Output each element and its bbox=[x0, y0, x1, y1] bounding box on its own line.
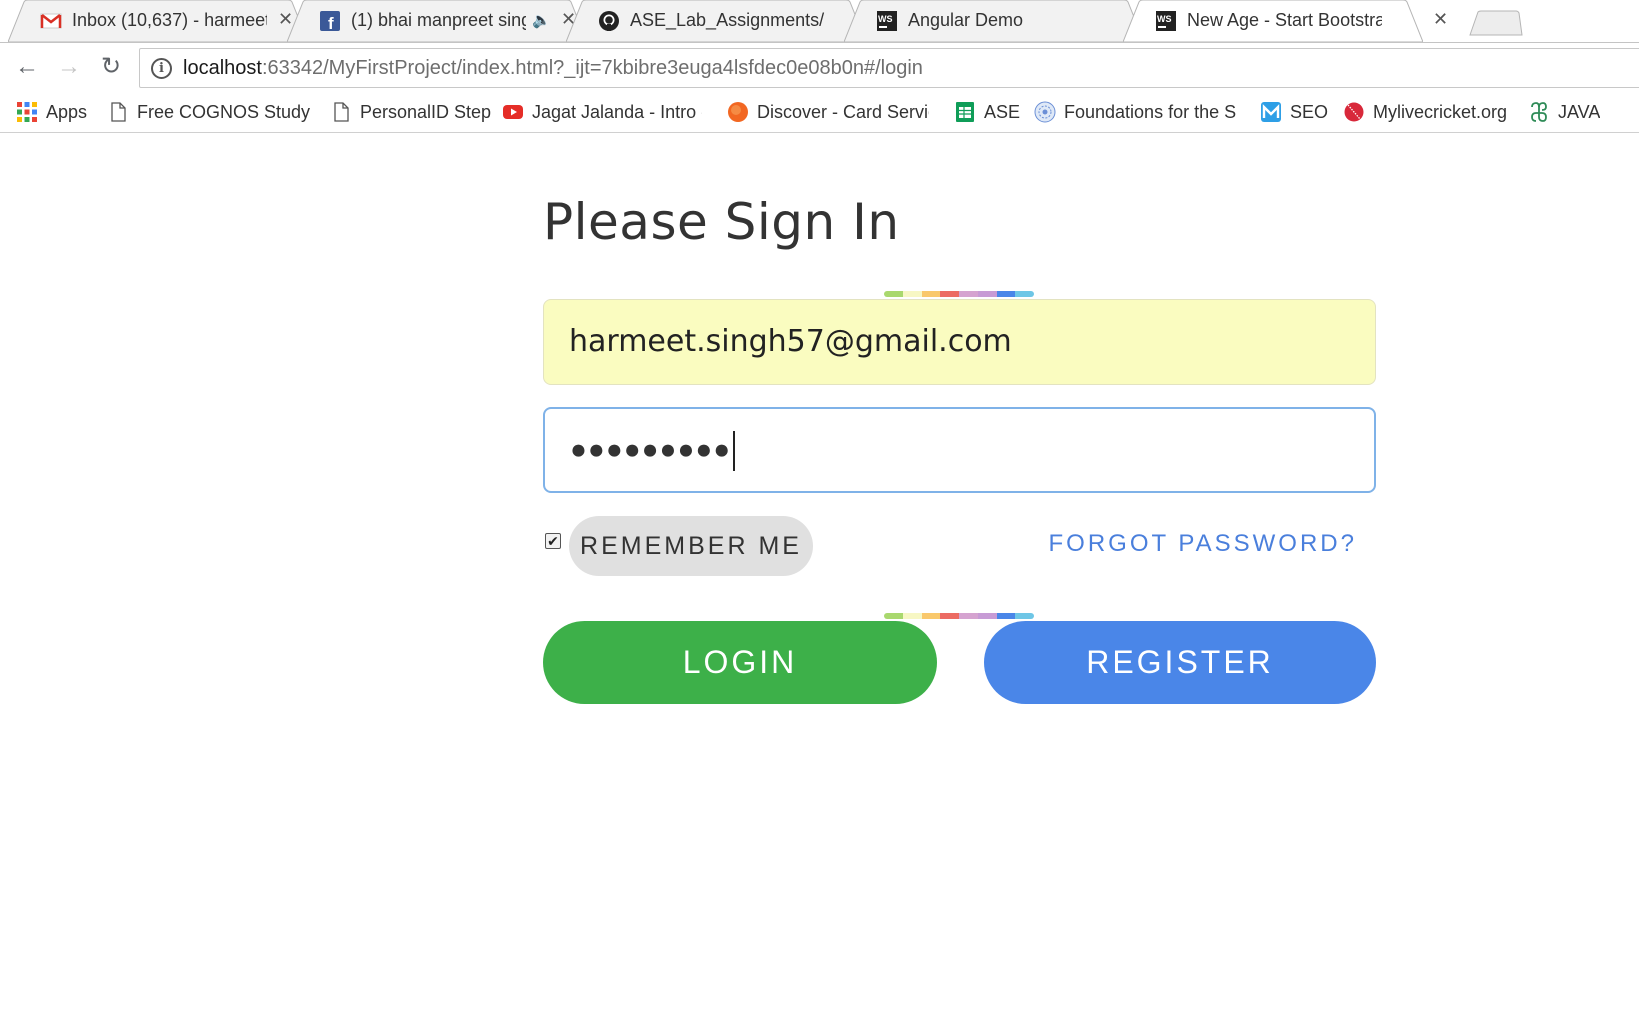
tab-title: ASE_Lab_Assignments/La bbox=[630, 10, 825, 30]
rainbow-segment bbox=[921, 613, 941, 619]
sheets-icon bbox=[956, 102, 974, 122]
rainbow-segment bbox=[959, 291, 978, 297]
webstorm-icon: WS bbox=[877, 11, 897, 31]
svg-text:f: f bbox=[328, 14, 334, 32]
rainbow-segment bbox=[977, 291, 997, 297]
bookmark-foundations[interactable]: Foundations for the St bbox=[1034, 100, 1236, 124]
youtube-icon bbox=[503, 105, 523, 119]
bookmark-mylivecricket[interactable]: Mylivecricket.org bbox=[1343, 100, 1507, 124]
page-icon bbox=[334, 102, 349, 122]
page-icon bbox=[111, 102, 126, 122]
rainbow-segment bbox=[884, 613, 903, 619]
bookmark-label: Foundations for the St bbox=[1064, 101, 1236, 122]
bookmark-label: ASE bbox=[984, 101, 1021, 122]
page-title: Please Sign In bbox=[543, 193, 900, 251]
tab-title: New Age - Start Bootstra bbox=[1187, 10, 1382, 30]
gmail-icon bbox=[40, 13, 62, 29]
discover-icon bbox=[728, 102, 748, 122]
rainbow-segment bbox=[921, 291, 941, 297]
reload-icon[interactable]: ↻ bbox=[97, 53, 125, 81]
bookmark-label: SEO bbox=[1290, 101, 1329, 122]
github-icon bbox=[599, 11, 619, 31]
tab-gmail[interactable]: Inbox (10,637) - harmeet ✕ bbox=[8, 0, 308, 42]
rainbow-segment bbox=[902, 291, 922, 297]
rainbow-segment bbox=[902, 613, 922, 619]
bookmark-label: Jagat Jalanda - Intro - bbox=[532, 101, 702, 122]
bookmark-seo[interactable]: SEO bbox=[1260, 100, 1328, 124]
email-field[interactable]: harmeet.singh57@gmail.com bbox=[543, 299, 1376, 385]
bookmark-personalid[interactable]: PersonalID Step bbox=[330, 100, 491, 124]
bookmark-label: PersonalID Step bbox=[360, 101, 492, 122]
info-icon[interactable]: i bbox=[151, 58, 172, 79]
rainbow-divider-bottom bbox=[884, 613, 1034, 619]
rainbow-segment bbox=[996, 613, 1016, 619]
bookmark-label: Apps bbox=[46, 101, 88, 122]
rainbow-segment bbox=[940, 291, 959, 297]
login-button[interactable]: LOGIN bbox=[543, 621, 937, 704]
browser-toolbar: ← → ↻ i localhost:63342/MyFirstProject/i… bbox=[0, 42, 1639, 91]
cricket-ball-icon bbox=[1344, 102, 1364, 122]
bookmark-label: Free COGNOS Study C bbox=[137, 101, 312, 122]
java-icon bbox=[1531, 102, 1547, 122]
bookmark-discover[interactable]: Discover - Card Servic bbox=[727, 100, 929, 124]
bookmark-label: JAVA bbox=[1558, 101, 1601, 122]
rainbow-segment bbox=[1015, 291, 1034, 297]
tab-close-icon[interactable]: ✕ bbox=[1433, 9, 1448, 30]
bookmark-label: Discover - Card Servic bbox=[757, 101, 929, 122]
forgot-password-link[interactable]: FORGOT PASSWORD? bbox=[1049, 530, 1357, 558]
tab-facebook[interactable]: f (1) bhai manpreet sing 🔈 ✕ bbox=[287, 0, 587, 42]
facebook-icon: f bbox=[320, 11, 340, 32]
bookmark-jagat-jalanda[interactable]: Jagat Jalanda - Intro - bbox=[502, 100, 702, 124]
tab-github[interactable]: ASE_Lab_Assignments/La ✕ bbox=[566, 0, 869, 42]
register-button[interactable]: REGISTER bbox=[984, 621, 1376, 704]
rainbow-segment bbox=[884, 291, 903, 297]
bookmark-label: Mylivecricket.org bbox=[1373, 101, 1508, 122]
tab-new-age-active[interactable]: WS New Age - Start Bootstra ✕ bbox=[1123, 0, 1448, 42]
email-value: harmeet.singh57@gmail.com bbox=[569, 324, 1012, 359]
rainbow-segment bbox=[940, 613, 959, 619]
bookmarks-bar: Apps Free COGNOS Study C PersonalID Step… bbox=[0, 91, 1639, 133]
remember-me-checkbox[interactable]: ✔ bbox=[545, 533, 561, 549]
m-icon bbox=[1261, 102, 1281, 122]
password-mask: ●●●●●●●●● bbox=[570, 431, 736, 471]
bookmark-apps[interactable]: Apps bbox=[16, 100, 87, 124]
new-tab-button[interactable] bbox=[1468, 10, 1524, 36]
bookmark-cognos[interactable]: Free COGNOS Study C bbox=[107, 100, 312, 124]
rainbow-divider-top bbox=[884, 291, 1034, 297]
password-field[interactable]: ●●●●●●●●● bbox=[543, 407, 1376, 493]
tab-angular-demo[interactable]: WS Angular Demo ✕ bbox=[844, 0, 1158, 42]
tab-title: (1) bhai manpreet sing bbox=[351, 10, 526, 30]
speaker-icon[interactable]: 🔈 bbox=[532, 11, 551, 29]
svg-text:WS: WS bbox=[878, 14, 893, 24]
tab-title: Angular Demo bbox=[908, 10, 1024, 30]
tab-title: Inbox (10,637) - harmeet bbox=[72, 10, 267, 30]
bookmark-ase[interactable]: ASE bbox=[954, 100, 1020, 124]
svg-text:WS: WS bbox=[1157, 14, 1172, 24]
rainbow-segment bbox=[977, 613, 997, 619]
globe-icon bbox=[1034, 101, 1056, 123]
address-bar[interactable]: i localhost:63342/MyFirstProject/index.h… bbox=[139, 48, 1639, 88]
webstorm-icon: WS bbox=[1156, 11, 1176, 31]
forward-arrow-icon[interactable]: → bbox=[55, 53, 83, 81]
text-caret bbox=[733, 431, 736, 471]
apps-grid-icon bbox=[17, 102, 37, 122]
rainbow-segment bbox=[1015, 613, 1034, 619]
url-text: localhost:63342/MyFirstProject/index.htm… bbox=[183, 57, 923, 79]
remember-me-label[interactable]: REMEMBER ME bbox=[569, 516, 813, 576]
back-arrow-icon[interactable]: ← bbox=[13, 53, 41, 81]
rainbow-segment bbox=[996, 291, 1016, 297]
bookmark-java[interactable]: JAVA bbox=[1528, 100, 1600, 124]
rainbow-segment bbox=[959, 613, 978, 619]
tab-strip: Inbox (10,637) - harmeet ✕ f (1) bhai ma… bbox=[0, 0, 1639, 42]
